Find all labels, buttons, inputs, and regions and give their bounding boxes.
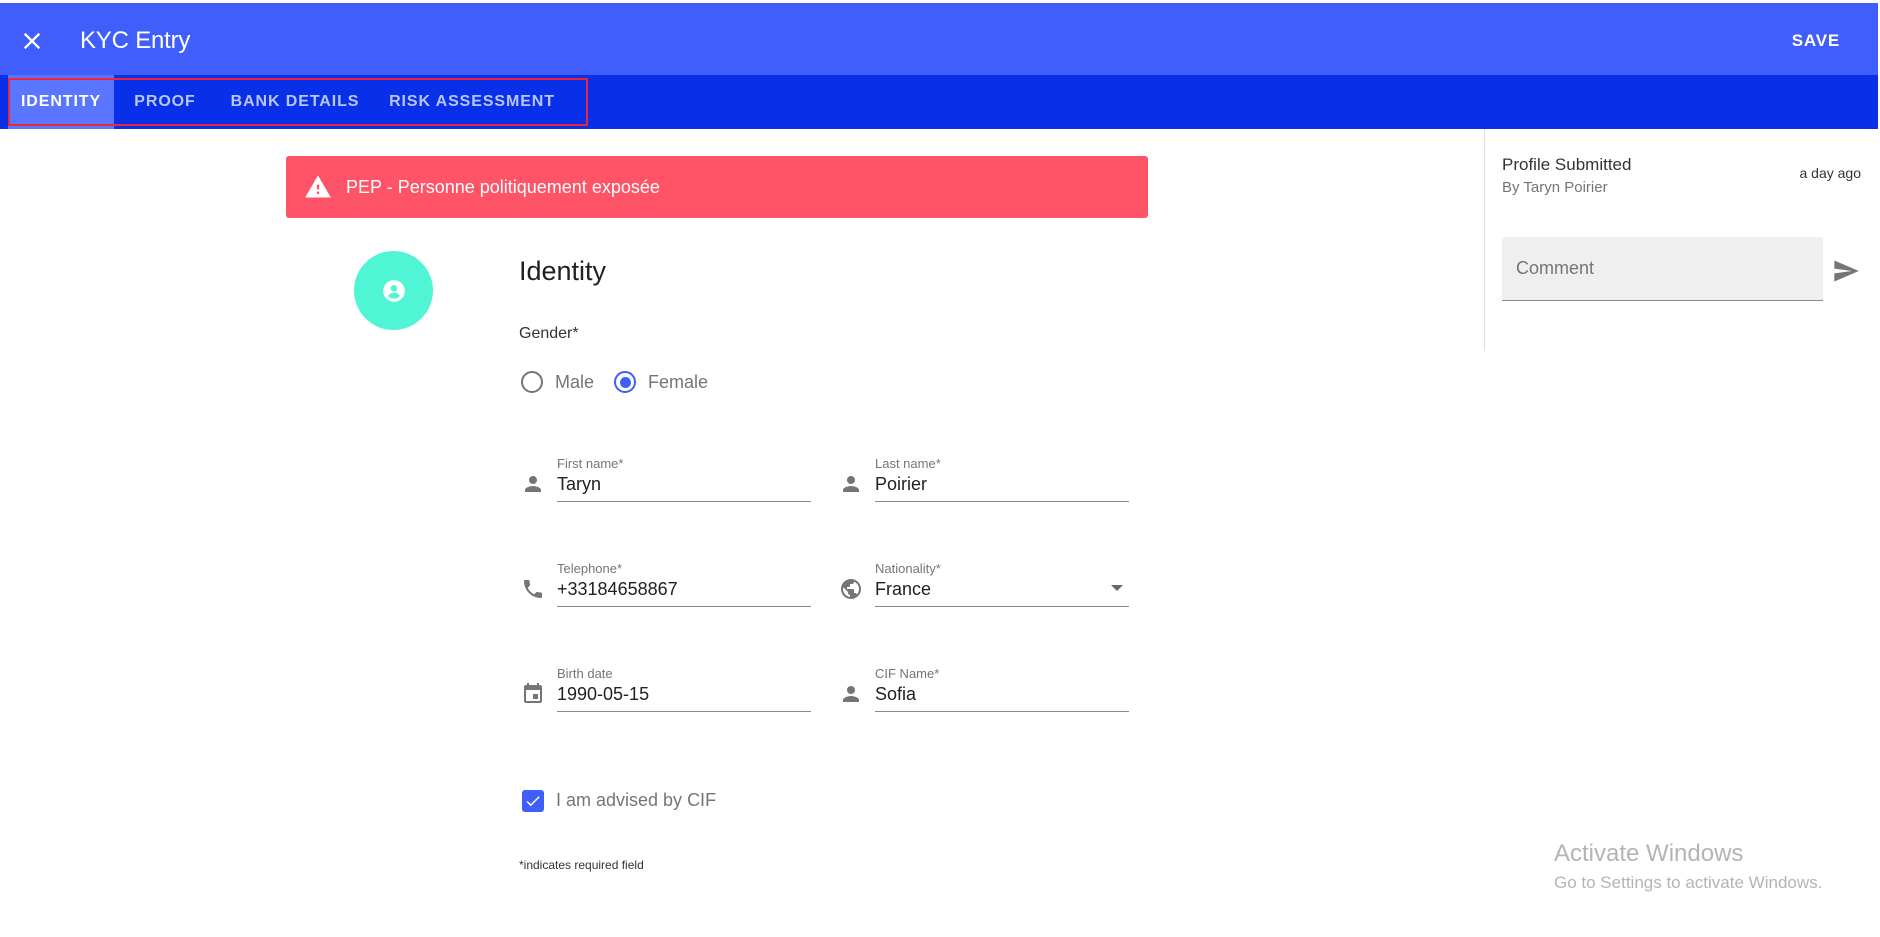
alert-text: PEP - Personne politiquement exposée xyxy=(346,176,660,197)
last-name-value[interactable]: Poirier xyxy=(875,474,927,495)
app-bar: KYC Entry SAVE xyxy=(0,3,1878,75)
activity-timestamp: a day ago xyxy=(1799,165,1862,181)
radio-male[interactable]: Male xyxy=(521,371,594,393)
last-name-label: Last name* xyxy=(875,456,941,471)
radio-female-label: Female xyxy=(648,371,709,392)
close-icon[interactable] xyxy=(18,27,46,55)
telephone-value[interactable]: +33184658867 xyxy=(557,579,678,600)
account-circle-icon xyxy=(382,279,405,302)
tab-proof[interactable]: PROOF xyxy=(120,75,210,129)
activity-author: By Taryn Poirier xyxy=(1502,179,1608,196)
page-title: KYC Entry xyxy=(80,27,191,54)
calendar-icon xyxy=(524,683,542,703)
person-icon xyxy=(525,476,541,492)
first-name-value[interactable]: Taryn xyxy=(557,474,601,495)
advised-by-cif-checkbox[interactable] xyxy=(522,790,544,812)
nationality-select[interactable]: Nationality* France xyxy=(875,561,1129,607)
first-name-field[interactable]: First name* Taryn xyxy=(557,456,811,502)
tab-risk-assessment[interactable]: RISK ASSESSMENT xyxy=(382,75,562,129)
radio-female-circle[interactable] xyxy=(614,371,636,393)
cif-name-label: CIF Name* xyxy=(875,666,940,681)
phone-icon xyxy=(524,580,542,598)
radio-male-label: Male xyxy=(555,371,595,392)
last-name-field[interactable]: Last name* Poirier xyxy=(875,456,1129,502)
birth-date-label: Birth date xyxy=(557,666,613,681)
birth-date-value[interactable]: 1990-05-15 xyxy=(557,684,649,705)
comment-input[interactable]: Comment xyxy=(1502,237,1823,301)
person-icon xyxy=(843,476,859,492)
telephone-field[interactable]: Telephone* +33184658867 xyxy=(557,561,811,607)
advised-by-cif-label: I am advised by CIF xyxy=(556,790,717,810)
tab-bank-details[interactable]: BANK DETAILS xyxy=(222,75,368,129)
birth-date-field[interactable]: Birth date 1990-05-15 xyxy=(557,666,811,712)
activity-title: Profile Submitted xyxy=(1502,155,1632,174)
cif-name-value[interactable]: Sofia xyxy=(875,684,916,705)
tab-identity[interactable]: IDENTITY xyxy=(8,75,114,129)
gender-label: Gender* xyxy=(519,325,579,342)
send-icon[interactable] xyxy=(1832,257,1860,285)
comment-placeholder: Comment xyxy=(1516,258,1595,278)
avatar xyxy=(354,251,433,330)
activate-windows-title: Activate Windows xyxy=(1554,840,1744,867)
globe-icon xyxy=(841,579,861,599)
person-icon xyxy=(843,686,859,702)
check-icon xyxy=(526,796,540,807)
nationality-value[interactable]: France xyxy=(875,579,931,600)
telephone-label: Telephone* xyxy=(557,561,623,576)
warning-icon xyxy=(305,175,331,198)
pep-alert-banner: PEP - Personne politiquement exposée xyxy=(286,156,1148,218)
first-name-label: First name* xyxy=(557,456,624,471)
nationality-label: Nationality* xyxy=(875,561,941,576)
required-field-note: *indicates required field xyxy=(519,858,644,872)
radio-female[interactable]: Female xyxy=(614,371,708,393)
activate-windows-subtitle: Go to Settings to activate Windows. xyxy=(1554,873,1823,892)
chevron-down-icon[interactable] xyxy=(1111,585,1123,591)
radio-male-circle[interactable] xyxy=(521,371,543,393)
save-button[interactable]: SAVE xyxy=(1792,31,1840,51)
cif-name-field[interactable]: CIF Name* Sofia xyxy=(875,666,1129,712)
section-title-identity: Identity xyxy=(519,256,607,286)
